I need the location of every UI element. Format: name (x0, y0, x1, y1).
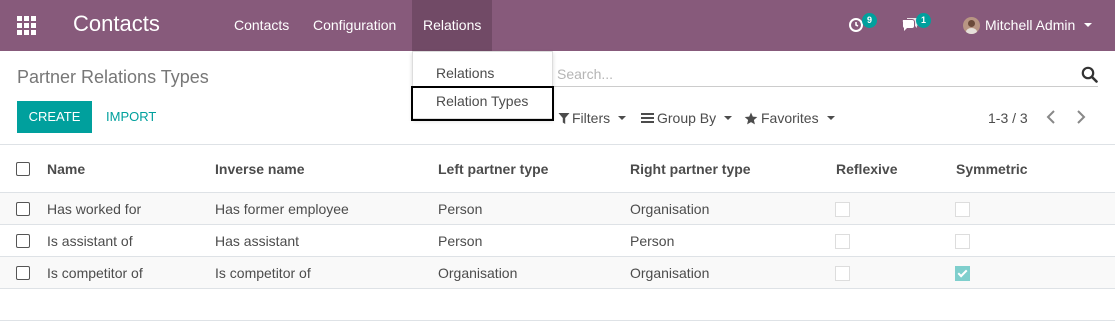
divider (0, 320, 1115, 321)
filters-label: Filters (572, 110, 611, 126)
row-checkbox[interactable] (16, 234, 30, 248)
reflexive-checkbox (835, 202, 850, 217)
messages-count-badge: 1 (916, 13, 931, 28)
favorites-button[interactable]: Favorites (744, 108, 835, 128)
column-header-name[interactable]: Name (47, 161, 85, 177)
column-header-left-partner-type[interactable]: Left partner type (438, 161, 548, 177)
divider (0, 144, 1115, 145)
symmetric-checkbox (955, 202, 970, 217)
star-icon (744, 112, 758, 124)
chevron-right-icon[interactable] (1075, 108, 1087, 126)
cell-name: Has worked for (47, 201, 142, 217)
row-checkbox[interactable] (16, 202, 30, 216)
chevron-left-icon[interactable] (1045, 108, 1057, 126)
cell-left-partner-type: Person (438, 201, 483, 217)
messages-button[interactable]: 1 (901, 13, 931, 36)
cell-right-partner-type: Organisation (630, 201, 710, 217)
table-row[interactable]: Has worked for Has former employee Perso… (0, 193, 1115, 225)
activity-count-badge: 9 (862, 13, 877, 28)
funnel-icon (558, 112, 570, 124)
activity-button[interactable]: 9 (847, 13, 877, 36)
search-input[interactable]: Search... (557, 66, 613, 82)
create-button[interactable]: CREATE (17, 101, 92, 133)
user-name: Mitchell Admin (985, 17, 1076, 33)
cell-right-partner-type: Organisation (630, 265, 710, 281)
cell-inverse-name: Has former employee (215, 201, 349, 217)
search-icon[interactable] (1081, 66, 1098, 83)
cell-name: Is assistant of (47, 233, 133, 249)
select-all-checkbox[interactable] (16, 162, 30, 176)
symmetric-checkbox (955, 234, 970, 249)
user-menu[interactable]: Mitchell Admin (963, 15, 1093, 35)
column-header-inverse-name[interactable]: Inverse name (215, 161, 305, 177)
column-header-right-partner-type[interactable]: Right partner type (630, 161, 751, 177)
pager-value[interactable]: 1-3 / 3 (988, 108, 1028, 128)
search-bar[interactable]: Search... (551, 62, 1098, 87)
chevron-down-icon (826, 116, 835, 120)
list-icon (641, 113, 654, 123)
reflexive-checkbox (835, 234, 850, 249)
apps-grid-icon[interactable] (17, 16, 37, 35)
cell-name: Is competitor of (47, 265, 143, 281)
table-row[interactable]: Is assistant of Has assistant Person Per… (0, 225, 1115, 257)
avatar (963, 16, 980, 34)
menu-configuration[interactable]: Configuration (302, 0, 407, 51)
symmetric-checkbox (955, 266, 970, 281)
menu-relations[interactable]: Relations (412, 0, 493, 51)
highlight-box (411, 86, 554, 121)
reflexive-checkbox (835, 266, 850, 281)
chevron-down-icon (724, 116, 733, 120)
table-row[interactable]: Is competitor of Is competitor of Organi… (0, 257, 1115, 289)
cell-inverse-name: Has assistant (215, 233, 300, 249)
groupby-label: Group By (657, 110, 717, 126)
chevron-down-icon (618, 116, 627, 120)
top-navbar: Contacts Contacts Configuration Relation… (0, 0, 1115, 51)
divider (0, 288, 1115, 289)
menu-contacts[interactable]: Contacts (223, 0, 300, 51)
column-header-symmetric[interactable]: Symmetric (956, 161, 1028, 177)
favorites-label: Favorites (761, 110, 819, 126)
app-brand[interactable]: Contacts (73, 11, 160, 37)
dropdown-item-relations[interactable]: Relations (436, 65, 494, 81)
filters-button[interactable]: Filters (558, 108, 627, 128)
row-checkbox[interactable] (16, 266, 30, 280)
import-button[interactable]: IMPORT (106, 101, 156, 133)
cell-left-partner-type: Person (438, 233, 483, 249)
cell-right-partner-type: Person (630, 233, 675, 249)
groupby-button[interactable]: Group By (641, 108, 733, 128)
cell-inverse-name: Is competitor of (215, 265, 311, 281)
column-header-reflexive[interactable]: Reflexive (836, 161, 897, 177)
chevron-down-icon (1084, 23, 1093, 27)
page-title: Partner Relations Types (17, 67, 209, 87)
cell-left-partner-type: Organisation (438, 265, 518, 281)
